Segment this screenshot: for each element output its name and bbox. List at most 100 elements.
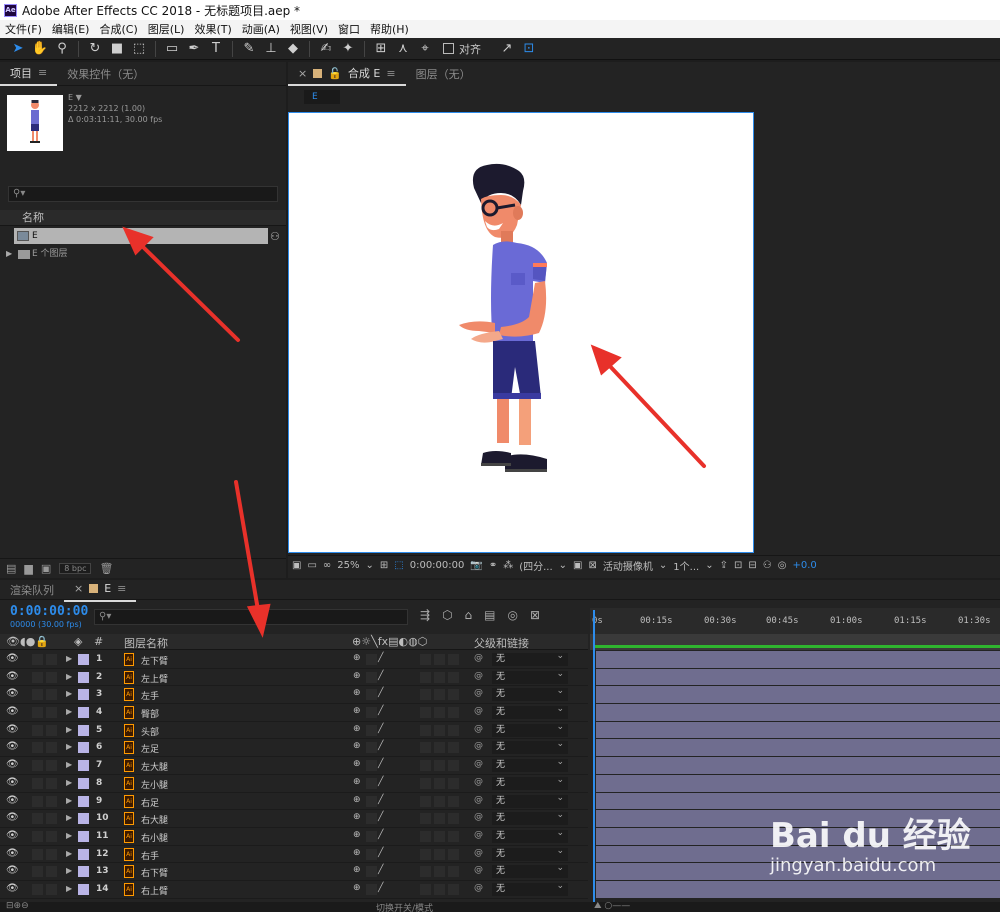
pan-behind-tool-icon[interactable]: ⬚ (129, 40, 149, 58)
label-color-swatch[interactable] (78, 848, 89, 860)
layer-row[interactable]: 👁 ▶ 3 Ai 左手 ⊕ ╱ @ 无 (0, 685, 588, 705)
expand-arrow-icon[interactable]: ▶ (66, 849, 72, 858)
layer-duration-bar[interactable] (596, 651, 1000, 669)
layer-name[interactable]: 右上臂 (141, 884, 168, 897)
zoom-tool-icon[interactable]: ⚲ (52, 40, 72, 58)
layer-duration-bar[interactable] (596, 668, 1000, 687)
tab-layer[interactable]: 图层（无） (406, 62, 481, 86)
quality-switch-icon[interactable]: ╱ (378, 759, 383, 769)
close-icon[interactable]: × (298, 67, 307, 80)
effect-switch[interactable] (420, 848, 431, 860)
label-color-swatch[interactable] (78, 813, 89, 825)
collapse-switch[interactable] (366, 671, 377, 683)
mask-visibility-icon[interactable]: ∞ (323, 560, 331, 571)
playhead[interactable] (593, 610, 595, 910)
collapse-switch[interactable] (366, 848, 377, 860)
frame-blend-switch[interactable] (434, 883, 445, 895)
menu-edit[interactable]: 编辑(E) (47, 21, 95, 37)
quality-switch-icon[interactable]: ╱ (378, 795, 383, 805)
layer-row[interactable]: 👁 ▶ 5 Ai 头部 ⊕ ╱ @ 无 (0, 721, 588, 740)
label-color-swatch[interactable] (78, 742, 89, 754)
lock-toggle[interactable] (46, 671, 57, 683)
label-color-swatch[interactable] (78, 654, 89, 665)
layer-name[interactable]: 左足 (141, 742, 159, 755)
effect-switch[interactable] (420, 671, 431, 683)
parent-dropdown[interactable]: 无 (492, 792, 568, 808)
effect-switch[interactable] (420, 830, 431, 842)
collapse-switch[interactable] (366, 724, 377, 736)
quality-switch-icon[interactable]: ╱ (378, 848, 383, 858)
effect-switch[interactable] (420, 795, 431, 807)
shy-switch-icon[interactable]: ⊕ (353, 830, 361, 840)
lock-toggle[interactable] (46, 830, 57, 842)
collapse-switch[interactable] (366, 689, 377, 701)
pick-whip-icon[interactable]: @ (474, 688, 483, 698)
lock-toggle[interactable] (46, 795, 57, 807)
collapse-switch[interactable] (366, 830, 377, 842)
clone-stamp-tool-icon[interactable]: ⊥ (261, 40, 281, 58)
snapshot-icon[interactable]: 📷 (470, 560, 482, 571)
pick-whip-icon[interactable]: @ (474, 848, 483, 858)
close-icon[interactable]: × (74, 582, 83, 595)
quality-switch-icon[interactable]: ╱ (378, 865, 383, 875)
new-folder-icon[interactable]: ▆ (24, 562, 32, 575)
expand-arrow-icon[interactable]: ▶ (66, 866, 72, 875)
parent-dropdown[interactable]: 无 (492, 845, 568, 861)
current-time[interactable]: 0:00:00:00 (410, 560, 465, 571)
lock-toggle[interactable] (46, 777, 57, 789)
solo-toggle[interactable] (32, 866, 43, 878)
pick-whip-icon[interactable]: @ (474, 706, 483, 716)
effect-switch[interactable] (420, 813, 431, 825)
graph-editor-icon[interactable]: ⊠ (530, 608, 540, 622)
local-axis-icon[interactable]: ⊞ (371, 40, 391, 58)
project-search-input[interactable]: ⚲▾ (8, 186, 278, 202)
menu-animation[interactable]: 动画(A) (237, 21, 285, 37)
motion-blur-switch[interactable] (448, 707, 459, 719)
layer-name[interactable]: 右大腿 (141, 813, 168, 826)
frame-blend-switch[interactable] (434, 724, 445, 736)
visibility-eye-icon[interactable]: 👁 (6, 671, 19, 682)
tab-render-queue[interactable]: 渲染队列 (0, 578, 64, 602)
frame-blend-switch[interactable] (434, 760, 445, 772)
region-of-interest-icon[interactable]: ▣ (573, 560, 582, 571)
expand-arrow-icon[interactable]: ▶ (66, 725, 72, 734)
layer-name[interactable]: 右下臂 (141, 866, 168, 879)
shy-switch-icon[interactable]: ⊕ (353, 795, 361, 805)
expand-arrow-icon[interactable]: ▶ (66, 742, 72, 751)
layer-name[interactable]: 左上臂 (141, 672, 168, 685)
layer-row[interactable]: 👁 ▶ 1 Ai 左下臂 ⊕ ╱ @ 无 (0, 650, 588, 669)
solo-toggle[interactable] (32, 848, 43, 860)
snap-feature-icon[interactable]: ⊡ (519, 40, 539, 58)
resolution-dropdown[interactable]: (四分... ⌄ (519, 558, 567, 573)
frame-blend-switch[interactable] (434, 866, 445, 878)
layer-row[interactable]: 👁 ▶ 8 Ai 左小腿 ⊕ ╱ @ 无 (0, 774, 588, 793)
label-color-swatch[interactable] (78, 777, 89, 789)
lock-toggle[interactable] (46, 866, 57, 878)
effect-switch[interactable] (420, 707, 431, 719)
expand-arrow-icon[interactable]: ▶ (66, 707, 72, 716)
collapse-switch[interactable] (366, 883, 377, 895)
panel-menu-icon[interactable]: ≡ (386, 67, 395, 80)
layer-row[interactable]: 👁 ▶ 13 Ai 右下臂 ⊕ ╱ @ 无 (0, 862, 588, 881)
parent-dropdown[interactable]: 无 (492, 827, 568, 843)
shy-switch-icon[interactable]: ⊕ (353, 706, 361, 716)
shy-switch-icon[interactable]: ⊕ (353, 671, 361, 681)
bpc-depth-button[interactable]: 8 bpc (59, 563, 92, 574)
visibility-eye-icon[interactable]: 👁 (6, 865, 19, 876)
motion-blur-switch[interactable] (448, 777, 459, 789)
pick-whip-icon[interactable]: @ (474, 883, 483, 893)
show-snapshot-icon[interactable]: ⚭ (489, 560, 497, 571)
frame-blend-switch[interactable] (434, 848, 445, 860)
menu-window[interactable]: 窗口 (333, 21, 365, 37)
visibility-eye-icon[interactable]: 👁 (6, 848, 19, 859)
column-layer-name[interactable]: 图层名称 (124, 635, 168, 651)
layer-name[interactable]: 头部 (141, 725, 159, 738)
collapse-switch[interactable] (366, 760, 377, 772)
motion-blur-icon[interactable]: ◎ (508, 608, 518, 622)
visibility-eye-icon[interactable]: 👁 (6, 706, 19, 717)
trash-icon[interactable]: 🗑 (99, 562, 113, 575)
quality-switch-icon[interactable]: ╱ (378, 688, 383, 698)
lock-toggle[interactable] (46, 883, 57, 895)
expand-arrow-icon[interactable]: ▶ (66, 831, 72, 840)
tab-project[interactable]: 项目 ≡ (0, 62, 58, 86)
